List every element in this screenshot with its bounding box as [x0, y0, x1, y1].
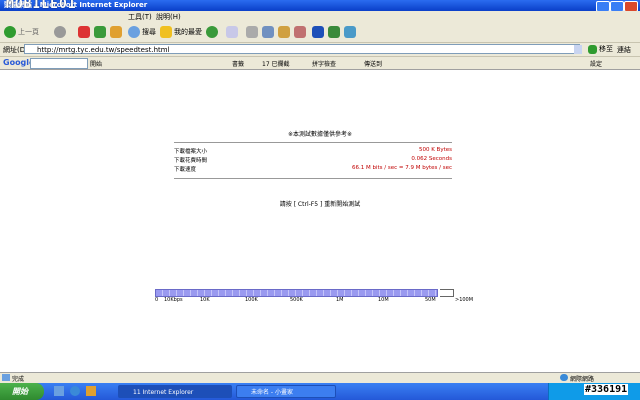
bookmarks-button[interactable]: 書籤	[232, 59, 244, 68]
star-icon	[160, 26, 172, 38]
menu-help[interactable]: 說明(H)	[156, 12, 181, 22]
scale-label: 0	[155, 297, 159, 303]
back-button[interactable]: 上一頁	[4, 25, 39, 39]
address-bar: 網址(D) http://mrtg.tyc.edu.tw/speedtest.h…	[0, 43, 640, 57]
page-content: ※本測試數據僅供參考※ 下載檔案大小 500 K Bytes 下載花費時間 0.…	[0, 70, 640, 372]
forward-button[interactable]	[54, 25, 66, 39]
scale-label: >100M	[455, 297, 474, 303]
research-icon[interactable]	[294, 26, 306, 38]
internet-zone-icon	[560, 374, 568, 381]
show-desktop-icon[interactable]	[54, 386, 64, 396]
disclaimer-note: ※本測試數據僅供參考※	[287, 131, 353, 138]
settings-button[interactable]: 設定	[590, 59, 602, 68]
address-input[interactable]: http://mrtg.tyc.edu.tw/speedtest.html	[24, 44, 580, 54]
messenger-icon[interactable]	[328, 26, 340, 38]
google-toolbar: Google 開始 書籤 17 已攔截 拼字檢查 傳送到 設定	[0, 57, 640, 70]
url-text: http://mrtg.tyc.edu.tw/speedtest.html	[37, 46, 170, 54]
result-value: 0.062 Seconds	[411, 156, 452, 162]
speed-bar	[155, 289, 438, 297]
search-icon	[128, 26, 140, 38]
scale-label: 500K	[290, 297, 303, 303]
google-search-input[interactable]	[30, 58, 88, 69]
toolbar: 上一頁 搜尋 我的最愛	[0, 22, 640, 43]
watermark: MOBILE01	[6, 0, 77, 12]
status-text: 完成	[12, 376, 25, 383]
scale-label: 10Kbps	[164, 297, 183, 303]
send-to-button[interactable]: 傳送到	[364, 59, 382, 68]
taskbar-item-ie[interactable]: 11 Internet Explorer	[118, 385, 232, 398]
spellcheck-button[interactable]: 拼字檢查	[312, 59, 336, 68]
result-row: 下載花費時間 0.062 Seconds	[174, 156, 452, 165]
go-arrow-icon	[588, 44, 597, 54]
scale-label: 10K	[200, 297, 210, 303]
scale-label: 100K	[245, 297, 258, 303]
media-quicklaunch-icon[interactable]	[86, 386, 96, 396]
result-value: 66.1 M bits / sec = 7.9 M bytes / sec	[351, 165, 452, 171]
result-value: 500 K Bytes	[418, 147, 452, 153]
divider-top	[174, 142, 452, 143]
restart-instruction: 請按 [ Ctrl-F5 ] 重新開始測試	[279, 201, 361, 208]
scale-label: 10M	[378, 297, 389, 303]
bluetooth-icon[interactable]	[312, 26, 324, 38]
forward-arrow-icon	[54, 26, 66, 38]
edit-icon[interactable]	[262, 26, 274, 38]
start-button[interactable]: 開始	[0, 383, 44, 400]
discuss-icon[interactable]	[278, 26, 290, 38]
taskbar: 開始 11 Internet Explorer 未命名 - 小畫家 #33619…	[0, 383, 640, 400]
title-bar: 頭端網站 - Microsoft Internet Explorer MOBIL…	[0, 0, 640, 12]
search-button[interactable]: 搜尋	[128, 25, 156, 39]
divider-bottom	[174, 178, 452, 179]
page-done-icon	[2, 374, 10, 381]
history-icon[interactable]	[206, 26, 218, 38]
result-row: 下載檔案大小 500 K Bytes	[174, 147, 452, 156]
speed-bar-end	[440, 289, 454, 297]
msn-icon[interactable]	[344, 26, 356, 38]
refresh-icon[interactable]	[94, 26, 106, 38]
stop-icon[interactable]	[78, 26, 90, 38]
scale-label: 1M	[336, 297, 344, 303]
image-id-label: #336191	[584, 384, 629, 395]
scale-label: 50M	[425, 297, 436, 303]
result-label: 下載檔案大小	[174, 149, 208, 155]
mail-icon[interactable]	[226, 26, 238, 38]
favorites-button[interactable]: 我的最愛	[160, 25, 202, 39]
address-dropdown-icon[interactable]	[574, 45, 582, 54]
menu-tools[interactable]: 工具(T)	[128, 12, 152, 22]
result-label: 下載花費時間	[174, 158, 208, 164]
status-bar: 完成 網際網路	[0, 372, 640, 383]
go-button[interactable]: 移至	[588, 44, 613, 54]
popup-blocked-button[interactable]: 17 已攔截	[262, 59, 290, 68]
print-icon[interactable]	[246, 26, 258, 38]
home-icon[interactable]	[110, 26, 122, 38]
security-zone: 網際網路	[570, 376, 595, 383]
google-go-button[interactable]: 開始	[90, 59, 102, 68]
result-label: 下載速度	[174, 167, 197, 173]
ie-quicklaunch-icon[interactable]	[70, 386, 80, 396]
links-button[interactable]: 連結	[617, 45, 631, 55]
back-arrow-icon	[4, 26, 16, 38]
result-row: 下載速度 66.1 M bits / sec = 7.9 M bytes / s…	[174, 165, 452, 174]
taskbar-item-paint[interactable]: 未命名 - 小畫家	[236, 385, 336, 398]
